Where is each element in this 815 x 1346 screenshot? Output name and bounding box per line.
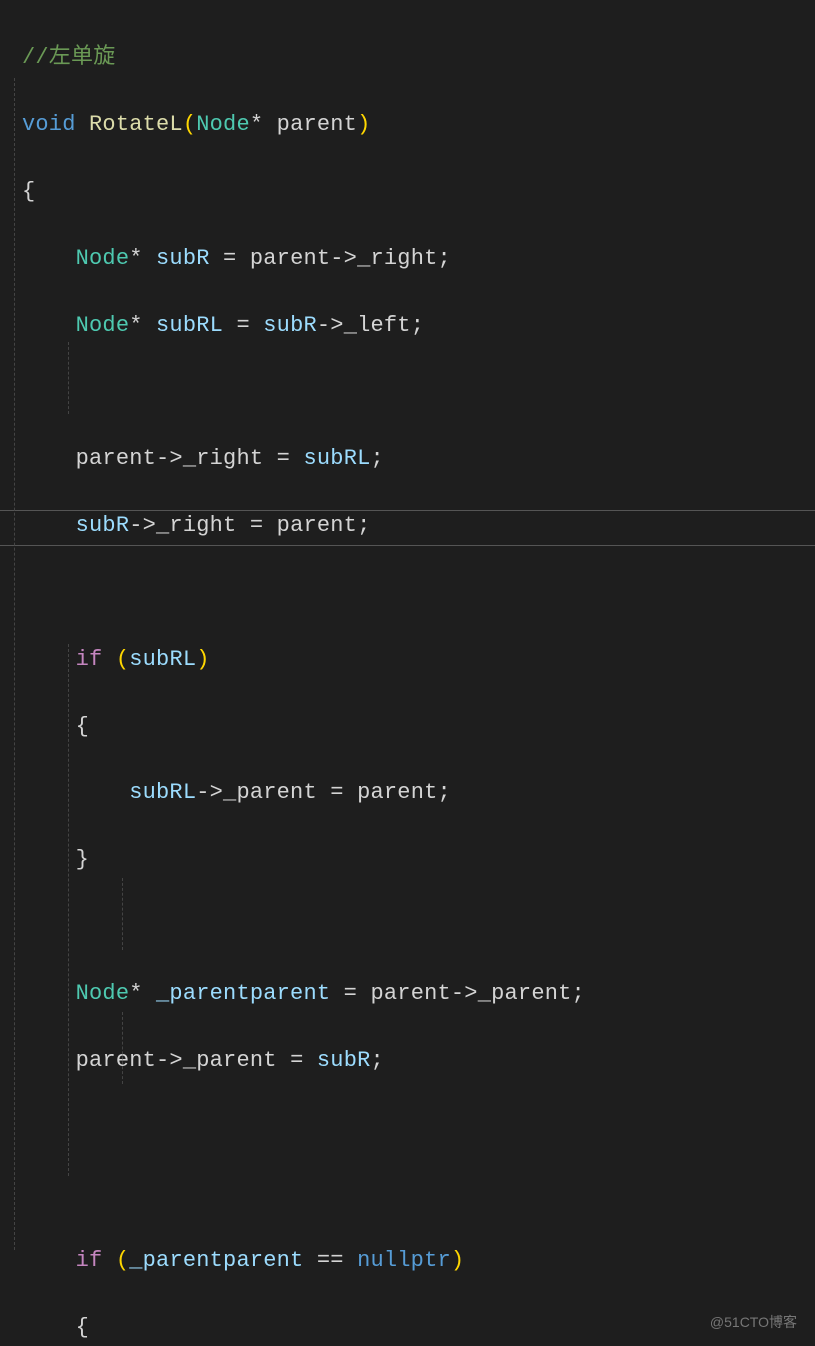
code-line[interactable]: if (_parentparent == nullptr) xyxy=(22,1244,815,1277)
code-line[interactable]: { xyxy=(22,1311,815,1344)
code-line[interactable] xyxy=(22,1177,815,1210)
code-line[interactable] xyxy=(22,576,815,609)
watermark: @51CTO博客 xyxy=(710,1312,797,1332)
code-line[interactable] xyxy=(22,375,815,408)
code-line[interactable]: Node* subR = parent->_right; xyxy=(22,242,815,275)
indent-guide xyxy=(68,644,69,1176)
indent-guide xyxy=(122,1012,123,1084)
code-line[interactable]: parent->_parent = subR; xyxy=(22,1044,815,1077)
code-line[interactable]: Node* subRL = subR->_left; xyxy=(22,309,815,342)
code-line[interactable]: if (subRL) xyxy=(22,643,815,676)
code-line[interactable]: subR->_right = parent; xyxy=(22,509,815,542)
indent-guide xyxy=(122,878,123,950)
code-line[interactable] xyxy=(22,910,815,943)
indent-guide xyxy=(14,78,15,1250)
code-line[interactable]: { xyxy=(22,710,815,743)
indent-guide xyxy=(68,342,69,414)
code-line[interactable]: } xyxy=(22,843,815,876)
code-line[interactable] xyxy=(22,1110,815,1143)
code-editor[interactable]: //左单旋 void RotateL(Node* parent) { Node*… xyxy=(0,0,815,1346)
code-line[interactable]: parent->_right = subRL; xyxy=(22,442,815,475)
code-line[interactable]: //左单旋 xyxy=(22,41,815,74)
code-line[interactable]: subRL->_parent = parent; xyxy=(22,776,815,809)
code-line[interactable]: { xyxy=(22,175,815,208)
code-line[interactable]: void RotateL(Node* parent) xyxy=(22,108,815,141)
code-line[interactable]: Node* _parentparent = parent->_parent; xyxy=(22,977,815,1010)
